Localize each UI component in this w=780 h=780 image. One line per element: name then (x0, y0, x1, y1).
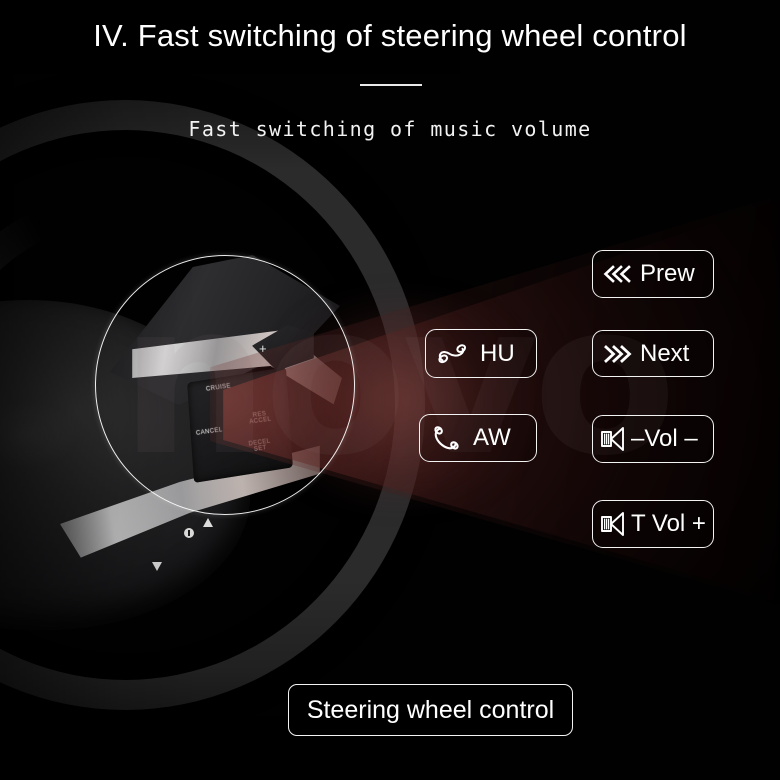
page-subtitle: Fast switching of music volume (188, 117, 592, 141)
triangle-up-icon (203, 518, 213, 527)
page-title: IV. Fast switching of steering wheel con… (93, 18, 687, 53)
button-hang-up[interactable]: HU (425, 329, 537, 378)
info-button-icon (184, 528, 194, 538)
triangle-down-icon (152, 562, 162, 571)
title-divider (360, 84, 422, 86)
chevrons-right-icon (602, 344, 634, 364)
button-volume-down-label: –Vol – (631, 425, 698, 452)
chevrons-left-icon (602, 264, 632, 284)
button-answer[interactable]: AW (419, 414, 537, 462)
slide-canvas: CRUISE CANCEL RES ACCEL DECEL SET + novo… (0, 0, 780, 780)
button-prew[interactable]: Prew (592, 250, 714, 298)
speaker-icon (599, 510, 629, 538)
button-prew-label: Prew (640, 260, 695, 287)
button-next-label: Next (640, 339, 690, 367)
button-answer-label: AW (473, 424, 511, 451)
phone-answer-icon (431, 424, 461, 452)
speaker-icon (599, 425, 629, 453)
button-volume-up[interactable]: T Vol + (592, 500, 714, 548)
button-hang-up-label: HU (480, 339, 515, 367)
button-steering-wheel-control-label: Steering wheel control (306, 695, 555, 724)
button-volume-up-label: T Vol + (631, 510, 706, 537)
phone-hangup-icon (436, 342, 468, 366)
button-steering-wheel-control[interactable]: Steering wheel control (288, 684, 573, 736)
highlight-circle (95, 255, 355, 515)
button-volume-down[interactable]: –Vol – (592, 415, 714, 463)
button-next[interactable]: Next (592, 330, 714, 377)
